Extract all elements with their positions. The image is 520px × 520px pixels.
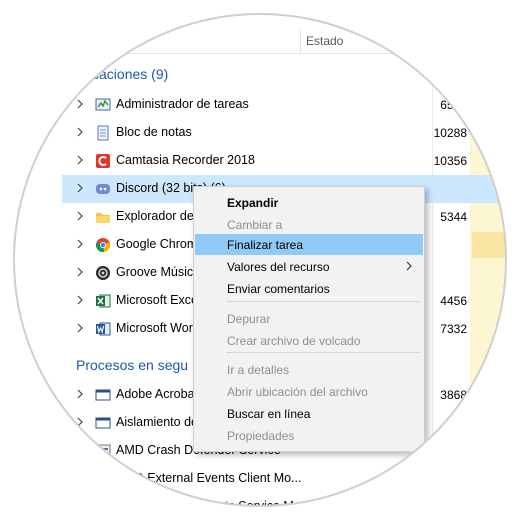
menu-item-label: Propiedades (227, 429, 295, 443)
chrome-icon (95, 238, 111, 253)
process-name: Explorador de (116, 209, 194, 223)
menu-item-ir-a-detalles[interactable]: Ir a detalles (195, 359, 423, 380)
process-name: Google Chrom (116, 237, 198, 251)
chevron-right-icon[interactable] (74, 210, 86, 222)
task-manager-window: Estado 1, plicaciones (9) Administrador … (0, 0, 520, 520)
background-process-row[interactable]: AMD External Events Client Mo... (62, 465, 520, 493)
window-icon (95, 417, 111, 429)
process-name: Administrador de tareas (116, 97, 249, 111)
section-title-background: Procesos en segu (76, 357, 189, 373)
menu-item-label: Expandir (227, 196, 279, 210)
background-process-row[interactable]: AMD External Events Service M... (62, 493, 520, 520)
process-name: Aislamiento de (116, 415, 198, 429)
menu-item-abrir-ubicacion-del-archivo[interactable]: Abrir ubicación del archivo (195, 381, 423, 402)
chevron-right-icon[interactable] (74, 416, 86, 428)
menu-item-depurar[interactable]: Depurar (195, 308, 423, 329)
chevron-right-icon[interactable] (74, 238, 86, 250)
menu-item-enviar-comentarios[interactable]: Enviar comentarios (195, 278, 423, 299)
process-pid: 4456 (440, 294, 467, 308)
column-divider[interactable] (300, 30, 301, 52)
process-row[interactable]: Camtasia Recorder 2018 10356 (62, 147, 520, 175)
chevron-right-icon[interactable] (74, 266, 86, 278)
process-name: Bloc de notas (116, 125, 192, 139)
menu-item-label: Cambiar a (227, 218, 283, 232)
chevron-right-icon[interactable] (74, 322, 86, 334)
discord-icon (96, 184, 110, 194)
process-pid: 547 (446, 416, 467, 430)
chevron-right-icon[interactable] (74, 388, 86, 400)
submenu-chevron-icon (406, 261, 412, 271)
menu-item-label: Crear archivo de volcado (227, 334, 361, 348)
chevron-right-icon[interactable] (74, 126, 86, 138)
column-header-bar: Estado (0, 0, 520, 54)
menu-item-label: Abrir ubicación del archivo (227, 385, 368, 399)
word-icon (96, 322, 111, 336)
process-name: Groove Música (116, 265, 201, 279)
process-pid: 3868 (440, 388, 467, 402)
menu-separator (226, 352, 420, 353)
process-row[interactable]: Bloc de notas 10288 (62, 119, 520, 147)
menu-item-propiedades[interactable]: Propiedades (195, 425, 423, 446)
chevron-right-icon[interactable] (74, 472, 86, 484)
menu-item-expandir[interactable]: Expandir (195, 192, 423, 213)
chevron-right-icon[interactable] (74, 500, 86, 512)
menu-separator (226, 301, 420, 302)
service-icon (95, 500, 111, 514)
menu-item-valores-del-recurso[interactable]: Valores del recurso (195, 256, 423, 277)
menu-item-crear-archivo-de-volcado[interactable]: Crear archivo de volcado (195, 330, 423, 351)
service-icon (95, 444, 111, 458)
process-row[interactable]: Administrador de tareas 6544 (62, 91, 520, 119)
menu-item-label: Enviar comentarios (227, 282, 330, 296)
chevron-right-icon[interactable] (74, 154, 86, 166)
chevron-right-icon[interactable] (74, 444, 86, 456)
notepad-icon (97, 125, 109, 141)
process-pid: 7332 (440, 322, 467, 336)
process-name: AMD External Events Service M... (116, 499, 305, 513)
chevron-right-icon[interactable] (74, 98, 86, 110)
service-icon (95, 472, 111, 486)
menu-item-label: Depurar (227, 312, 271, 326)
process-name: AMD External Events Client Mo... (116, 471, 302, 485)
process-name: Camtasia Recorder 2018 (116, 153, 255, 167)
chevron-right-icon[interactable] (74, 182, 86, 194)
menu-item-buscar-en-linea[interactable]: Buscar en línea (195, 403, 423, 424)
process-name: Microsoft Wor (116, 321, 193, 335)
window-icon (95, 389, 111, 401)
chevron-right-icon[interactable] (74, 294, 86, 306)
menu-item-label: Buscar en línea (227, 407, 311, 421)
menu-item-label: Finalizar tarea (227, 238, 304, 252)
menu-item-label: Ir a detalles (227, 363, 290, 377)
process-pid: 6544 (440, 98, 467, 112)
task-manager-icon (95, 98, 111, 111)
excel-icon (96, 294, 111, 308)
menu-item-cambiar-a[interactable]: Cambiar a (195, 214, 423, 235)
folder-icon (96, 213, 110, 223)
process-pid: 10288 (433, 126, 467, 140)
process-pid: 5344 (440, 210, 467, 224)
process-name: Microsoft Exce (116, 293, 198, 307)
menu-item-label: Valores del recurso (227, 260, 330, 274)
column-header-estado[interactable]: Estado (306, 34, 343, 48)
menu-item-finalizar-tarea[interactable]: Finalizar tarea (195, 234, 423, 255)
process-name: Adobe Acroba (116, 387, 195, 401)
section-title-apps: plicaciones (9) (78, 66, 169, 82)
process-pid: 10356 (433, 154, 467, 168)
groove-icon (96, 266, 110, 280)
context-menu: Expandir Cambiar a Finalizar tarea Valores … (193, 186, 425, 452)
camtasia-icon (96, 154, 110, 168)
